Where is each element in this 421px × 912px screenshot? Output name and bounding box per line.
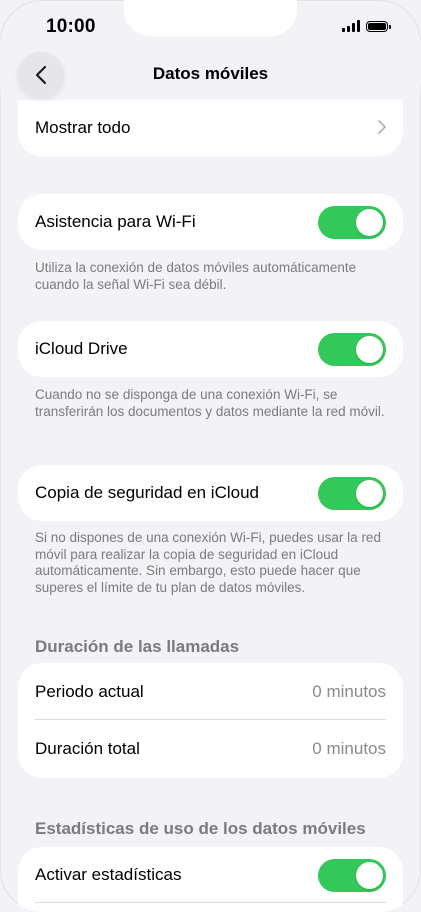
show-all-label: Mostrar todo: [35, 118, 131, 137]
wifi-assist-card: Asistencia para Wi-Fi: [18, 194, 403, 250]
wifi-assist-label: Asistencia para Wi-Fi: [35, 212, 196, 231]
total-duration-value: 0 minutos: [312, 739, 386, 758]
row-divider: [35, 902, 386, 903]
page-title: Datos móviles: [152, 64, 269, 83]
current-period-label: Periodo actual: [35, 681, 144, 701]
icloud-drive-footer: Cuando no se disponga de una conexión Wi…: [35, 387, 385, 419]
show-all-card: Mostrar todo: [18, 100, 403, 156]
status-time: 10:00: [46, 16, 96, 37]
icloud-drive-label: iCloud Drive: [35, 339, 128, 358]
icloud-backup-card: Copia de seguridad en iCloud: [18, 465, 403, 521]
icloud-drive-toggle[interactable]: [318, 332, 386, 366]
icloud-backup-footer: Si no dispones de una conexión Wi-Fi, pu…: [35, 530, 381, 595]
current-period-value: 0 minutos: [312, 681, 386, 701]
enable-stats-label: Activar estadísticas: [35, 865, 182, 884]
icloud-drive-card: iCloud Drive: [18, 321, 403, 377]
call-duration-header: Duración de las llamadas: [35, 637, 240, 656]
notch: [124, 0, 297, 36]
enable-stats-toggle[interactable]: [318, 858, 386, 892]
status-icons: [342, 20, 391, 32]
icloud-backup-label: Copia de seguridad en iCloud: [35, 483, 259, 502]
phone-screen: 10:00 Datos móviles Mostrar todo Asisten…: [0, 0, 421, 912]
wifi-assist-toggle[interactable]: [318, 205, 386, 239]
icloud-backup-toggle[interactable]: [318, 476, 386, 510]
show-all-row[interactable]: Mostrar todo: [18, 100, 403, 156]
wifi-assist-row: Asistencia para Wi-Fi: [18, 194, 403, 250]
icloud-backup-row: Copia de seguridad en iCloud: [18, 465, 403, 521]
usage-stats-header: Estadísticas de uso de los datos móviles: [35, 819, 366, 838]
call-duration-card: Periodo actual 0 minutos Duración total …: [18, 663, 403, 778]
enable-stats-row: Activar estadísticas: [18, 847, 403, 903]
current-period-row: Periodo actual 0 minutos: [18, 663, 403, 720]
total-duration-row: Duración total 0 minutos: [18, 720, 403, 778]
battery-icon: [366, 20, 391, 32]
wifi-assist-footer: Utiliza la conexión de datos móviles aut…: [35, 260, 357, 292]
chevron-right-icon: [378, 118, 386, 139]
total-duration-label: Duración total: [35, 739, 140, 758]
signal-icon: [342, 20, 360, 32]
usage-stats-card: Activar estadísticas: [18, 847, 403, 912]
icloud-drive-row: iCloud Drive: [18, 321, 403, 377]
